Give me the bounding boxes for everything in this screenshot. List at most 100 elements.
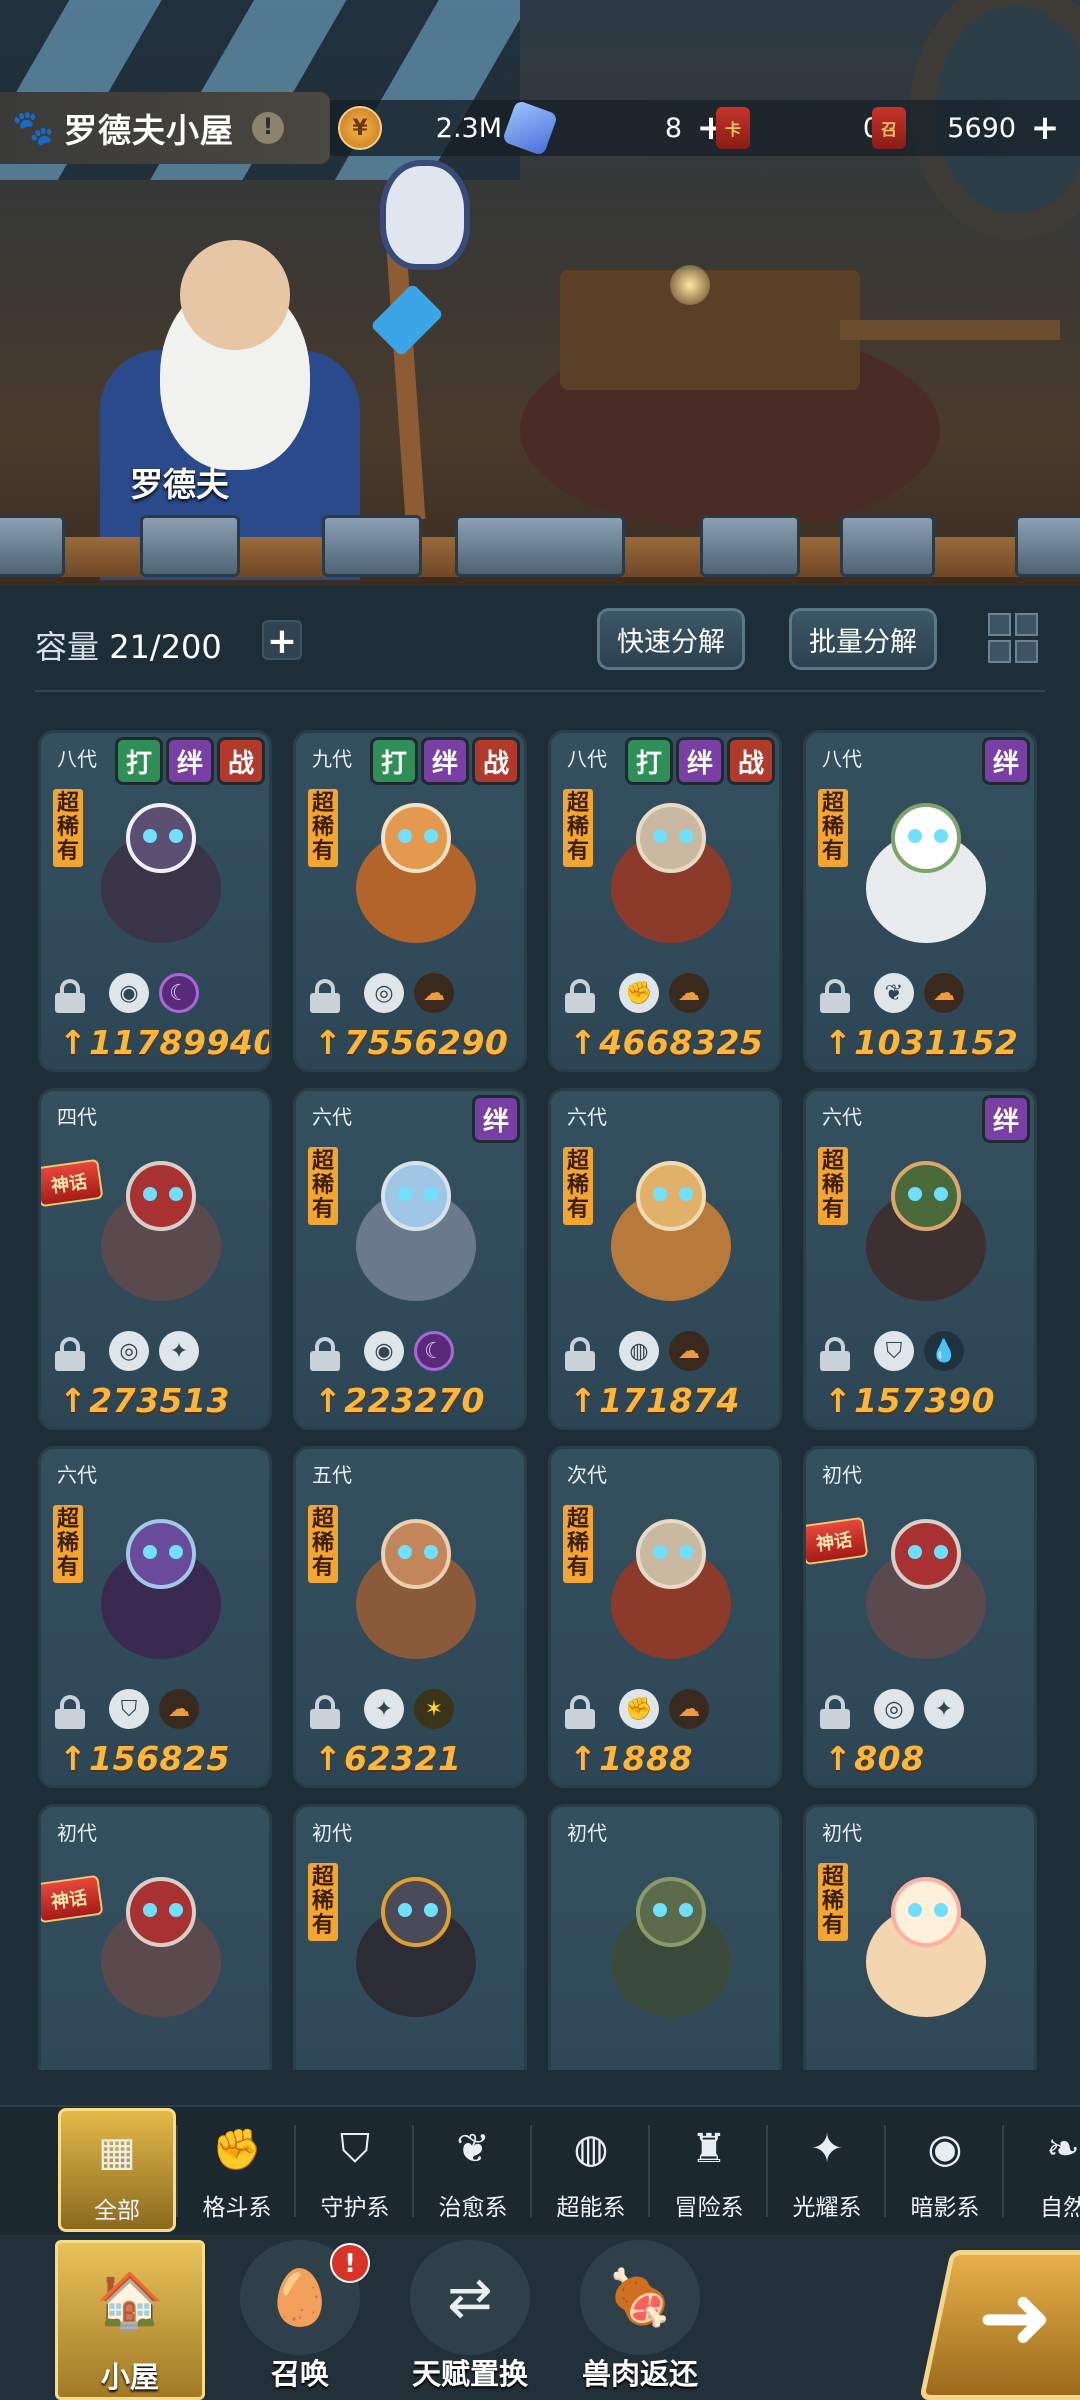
nav-item[interactable]: ⇄ 天赋置换 bbox=[395, 2240, 545, 2400]
generation-label: 八代 bbox=[57, 747, 97, 771]
pet-card[interactable]: 六代 绊超稀有 ⛉ 💧 ↑157390 bbox=[803, 1088, 1037, 1430]
skill-tag: 打 bbox=[370, 737, 418, 785]
rarity-badge: 超稀有 bbox=[308, 1147, 338, 1225]
shield-icon: ⛉ bbox=[340, 2126, 370, 2172]
pet-portrait bbox=[846, 803, 1006, 953]
pet-card[interactable]: 八代打绊战超稀有 ✊ ☁ ↑4668325 bbox=[548, 730, 782, 1072]
wizard-npc[interactable] bbox=[70, 200, 390, 580]
capacity-label: 容量 bbox=[35, 628, 100, 666]
category-label: 格斗系 bbox=[202, 2195, 272, 2221]
category-label: 超能系 bbox=[556, 2195, 626, 2221]
capacity-value: 21/200 bbox=[109, 628, 222, 666]
red-card-icon: 卡 bbox=[716, 107, 750, 149]
category-tab[interactable]: ♜ 冒险系 bbox=[650, 2108, 768, 2232]
pet-card[interactable]: 四代 神话 ◎ ✦ ↑273513 bbox=[38, 1088, 272, 1430]
expand-capacity-button[interactable]: + bbox=[262, 620, 302, 662]
lock-icon[interactable] bbox=[565, 1337, 595, 1371]
generation-label: 初代 bbox=[567, 1821, 607, 1845]
house-title: 罗德夫小屋 bbox=[64, 111, 234, 150]
pet-card[interactable]: 初代 超稀有 bbox=[293, 1804, 527, 2070]
generation-label: 次代 bbox=[567, 1463, 607, 1487]
quick-decompose-button[interactable]: 快速分解 bbox=[597, 608, 745, 670]
category-tab[interactable]: ▦ 全部 bbox=[58, 2108, 176, 2232]
house-icon: 🏠 bbox=[96, 2268, 164, 2332]
category-tab[interactable]: ⛉ 守护系 bbox=[296, 2108, 414, 2232]
tab-divider bbox=[176, 2125, 178, 2217]
lock-icon[interactable] bbox=[820, 1337, 850, 1371]
pet-portrait bbox=[591, 1519, 751, 1669]
category-tab[interactable]: ❧ 自然 bbox=[1004, 2108, 1080, 2232]
combat-power: ↑4668325 bbox=[569, 1023, 763, 1062]
adventure-icon: ☁ bbox=[414, 973, 454, 1013]
lantern-icon: ♜ bbox=[691, 2126, 727, 2172]
currency-red-card: 卡 0 bbox=[716, 104, 880, 152]
lock-icon[interactable] bbox=[55, 1695, 85, 1729]
adventure-icon: ☁ bbox=[669, 1331, 709, 1371]
lock-icon[interactable] bbox=[55, 979, 85, 1013]
tab-divider bbox=[648, 2125, 650, 2217]
pet-card[interactable]: 八代 绊超稀有 ❦ ☁ ↑1031152 bbox=[803, 730, 1037, 1072]
pet-card[interactable]: 六代 绊超稀有 ◉ ☾ ↑223270 bbox=[293, 1088, 527, 1430]
capacity-display: 容量 21/200 bbox=[35, 622, 222, 668]
pet-portrait bbox=[81, 1519, 241, 1669]
power-arrow-icon: ↑ bbox=[569, 1381, 598, 1420]
pet-card[interactable]: 八代打绊战超稀有 ◉ ☾ ↑11789940 bbox=[38, 730, 272, 1072]
lock-icon[interactable] bbox=[310, 979, 340, 1013]
category-label: 全部 bbox=[94, 2198, 140, 2224]
category-tab[interactable]: ◉ 暗影系 bbox=[886, 2108, 1004, 2232]
power-arrow-icon: ↑ bbox=[824, 1739, 853, 1778]
pet-card[interactable]: 初代 神话 bbox=[38, 1804, 272, 2070]
coin-value: 2.3M bbox=[435, 112, 502, 144]
generation-label: 四代 bbox=[57, 1105, 97, 1129]
category-tab[interactable]: ✊ 格斗系 bbox=[178, 2108, 296, 2232]
coin-icon: ¥ bbox=[338, 106, 382, 150]
combat-power: ↑808 bbox=[824, 1739, 925, 1778]
generation-label: 八代 bbox=[822, 747, 862, 771]
pet-card[interactable]: 初代 神话 ◎ ✦ ↑808 bbox=[803, 1446, 1037, 1788]
pet-card[interactable]: 六代 超稀有 ◍ ☁ ↑171874 bbox=[548, 1088, 782, 1430]
pet-portrait bbox=[591, 1161, 751, 1311]
defense-icon: ⛉ bbox=[874, 1331, 914, 1371]
pet-card[interactable]: 初代 bbox=[548, 1804, 782, 2070]
add-summon-card-button[interactable]: + bbox=[1026, 109, 1064, 147]
lock-icon[interactable] bbox=[565, 1695, 595, 1729]
pet-card[interactable]: 次代 超稀有 ✊ ☁ ↑1888 bbox=[548, 1446, 782, 1788]
power-arrow-icon: ↑ bbox=[824, 1381, 853, 1420]
lock-icon[interactable] bbox=[565, 979, 595, 1013]
guard-icon: ◎ bbox=[874, 1689, 914, 1729]
lock-icon[interactable] bbox=[55, 1337, 85, 1371]
pet-card[interactable]: 九代打绊战超稀有 ◎ ☁ ↑7556290 bbox=[293, 730, 527, 1072]
category-tab[interactable]: ❦ 治愈系 bbox=[414, 2108, 532, 2232]
pet-card[interactable]: 初代 超稀有 bbox=[803, 1804, 1037, 2070]
skill-tag: 绊 bbox=[472, 1095, 520, 1143]
star-icon: ✶ bbox=[414, 1689, 454, 1729]
pet-portrait bbox=[591, 803, 751, 953]
skill-tags: 打绊战 bbox=[370, 737, 520, 785]
category-tab[interactable]: ✦ 光耀系 bbox=[768, 2108, 886, 2232]
grid-view-toggle-icon[interactable] bbox=[985, 610, 1041, 666]
info-icon[interactable]: ! bbox=[252, 112, 284, 144]
category-tab[interactable]: ◍ 超能系 bbox=[532, 2108, 650, 2232]
batch-decompose-button[interactable]: 批量分解 bbox=[789, 608, 937, 670]
nav-item[interactable]: 🍖 兽肉返还 bbox=[565, 2240, 715, 2400]
lock-icon[interactable] bbox=[310, 1337, 340, 1371]
skill-tag: 绊 bbox=[982, 737, 1030, 785]
lock-icon[interactable] bbox=[820, 979, 850, 1013]
nav-item[interactable]: 🏠 小屋 bbox=[55, 2240, 205, 2400]
rarity-badge: 超稀有 bbox=[818, 1863, 848, 1941]
pet-portrait bbox=[336, 1161, 496, 1311]
rarity-badge: 超稀有 bbox=[563, 789, 593, 867]
rarity-badge: 超稀有 bbox=[308, 789, 338, 867]
generation-label: 九代 bbox=[312, 747, 352, 771]
lock-icon[interactable] bbox=[820, 1695, 850, 1729]
lock-icon[interactable] bbox=[310, 1695, 340, 1729]
skill-tag: 绊 bbox=[676, 737, 724, 785]
gem-value: 8 bbox=[664, 112, 682, 144]
pet-card[interactable]: 五代 超稀有 ✦ ✶ ↑62321 bbox=[293, 1446, 527, 1788]
combat-power-value: 7556290 bbox=[344, 1023, 509, 1062]
owl-pet bbox=[380, 160, 470, 270]
rarity-badge: 超稀有 bbox=[53, 1505, 83, 1583]
power-arrow-icon: ↑ bbox=[314, 1739, 343, 1778]
pet-card[interactable]: 六代 超稀有 ⛉ ☁ ↑156825 bbox=[38, 1446, 272, 1788]
skill-tag: 战 bbox=[217, 737, 265, 785]
